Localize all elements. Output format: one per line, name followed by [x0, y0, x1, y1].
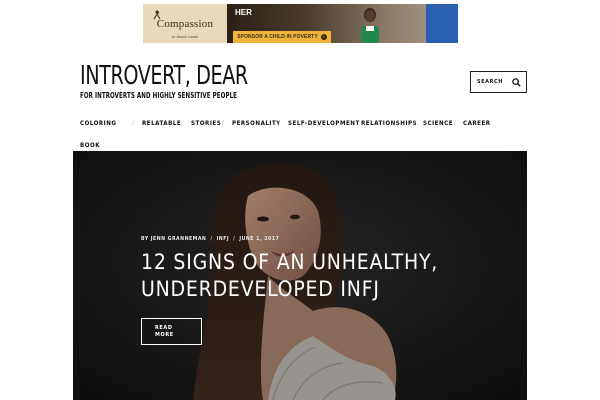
featured-post[interactable]: BY JENN GRANNEMAN / INFJ / JUNE 1, 2017 12 S…	[73, 151, 527, 400]
child-photo	[361, 8, 379, 43]
nav-separator: /	[278, 120, 281, 127]
ad-tagline: in Jesus' name	[171, 34, 199, 39]
chevron-right-icon: ›	[320, 34, 327, 40]
nav-separator: /	[352, 120, 355, 127]
post-author[interactable]: BY JENN GRANNEMAN	[141, 236, 206, 242]
ad-cta-button[interactable]: SPONSOR A CHILD IN POVERTY ›	[233, 31, 331, 43]
compassion-figure-icon	[153, 10, 161, 20]
nav-item-relatable[interactable]: RELATABLE	[142, 120, 181, 127]
ad-logo: Compassion in Jesus' name	[143, 4, 227, 43]
ad-headline: HER	[235, 8, 252, 17]
nav-item-self-development[interactable]: SELF-DEVELOPMENT	[288, 120, 360, 127]
search-label: SEARCH	[477, 79, 503, 85]
read-more-label-line1: READ	[155, 324, 173, 331]
nav-separator: /	[222, 120, 225, 127]
nav-item-personality[interactable]: PERSONALITY	[232, 120, 281, 127]
nav-separator: /	[454, 120, 457, 127]
search-box[interactable]: SEARCH	[470, 71, 527, 93]
nav-item-career[interactable]: CAREER	[463, 120, 491, 127]
read-more-button[interactable]: READ MORE	[141, 318, 202, 345]
nav-item-coloring[interactable]: COLORING	[80, 120, 116, 127]
ad-cta-label: SPONSOR A CHILD IN POVERTY	[237, 34, 318, 40]
post-category[interactable]: INFJ	[217, 236, 230, 242]
meta-separator: /	[210, 236, 213, 242]
post-date: JUNE 1, 2017	[239, 236, 280, 242]
site-tagline: FOR INTROVERTS AND HIGHLY SENSITIVE PEOP…	[80, 91, 238, 100]
ad-brand: Compassion	[156, 17, 214, 30]
site-title[interactable]: INTROVERT, DEAR	[80, 63, 248, 89]
nav-separator: /	[413, 120, 416, 127]
search-icon[interactable]	[512, 77, 521, 87]
ad-banner[interactable]: Compassion in Jesus' name HER SPONSOR A …	[143, 4, 458, 43]
ad-accent-block	[426, 4, 458, 43]
ad-image: HER SPONSOR A CHILD IN POVERTY ›	[227, 4, 426, 43]
meta-separator: /	[233, 236, 236, 242]
post-meta: BY JENN GRANNEMAN / INFJ / JUNE 1, 2017	[141, 236, 279, 242]
nav-item-science[interactable]: SCIENCE	[423, 120, 453, 127]
nav-item-relationships[interactable]: RELATIONSHIPS	[361, 120, 417, 127]
read-more-label-line2: MORE	[155, 331, 174, 338]
nav-item-stories[interactable]: STORIES	[191, 120, 221, 127]
nav-item-coloring-book[interactable]: BOOK	[80, 142, 100, 149]
post-headline[interactable]: 12 SIGNS OF AN UNHEALTHY, UNDERDEVELOPED…	[141, 249, 461, 303]
nav-separator: /	[181, 120, 184, 127]
nav-separator: /	[132, 120, 135, 127]
